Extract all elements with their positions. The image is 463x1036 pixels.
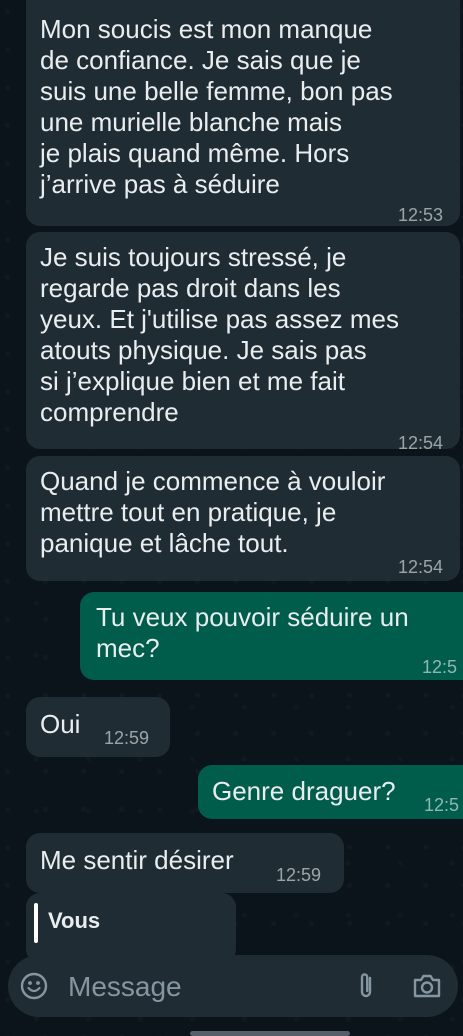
message-time: 12:53 [398,205,444,225]
message-bubble-incoming[interactable]: Mon soucis est mon manque de confiance. … [26,0,460,226]
message-text: Me sentir désirer [40,845,234,875]
home-indicator [190,1031,350,1036]
quote-bar [34,903,38,943]
message-text: Genre draguer? [212,776,396,806]
attach-icon[interactable] [354,971,378,1001]
camera-icon[interactable] [412,973,442,999]
message-text: Tu veux pouvoir séduire un mec? [96,602,409,663]
message-input[interactable] [66,967,330,1007]
message-bubble-outgoing[interactable]: Genre draguer? 12:5 [198,765,463,819]
message-bubble-incoming[interactable]: Je suis toujours stressé, je regarde pas… [26,232,460,453]
message-time: 12:5 [424,795,460,815]
message-bubble-incoming[interactable]: Me sentir désirer 12:59 [26,833,344,893]
message-bubble-reply-quote[interactable]: Vous [26,893,236,963]
quote-sender: Vous [48,908,101,933]
message-text: Oui [40,709,81,739]
message-time: 12:54 [398,557,444,577]
message-composer [8,955,458,1017]
message-time: 12:54 [398,433,444,453]
message-time: 12:59 [104,728,150,748]
message-text: Je suis toujours stressé, je regarde pas… [40,242,399,427]
message-time: 12:59 [276,865,322,885]
message-bubble-incoming[interactable]: Oui 12:59 [26,697,170,757]
message-text: Mon soucis est mon manque de confiance. … [40,14,393,199]
emoji-icon[interactable] [20,972,48,1000]
message-bubble-incoming[interactable]: Quand je commence à vouloir mettre tout … [26,456,460,581]
message-text: Quand je commence à vouloir mettre tout … [40,466,386,558]
message-time: 12:5 [422,657,458,677]
message-bubble-outgoing[interactable]: Tu veux pouvoir séduire un mec? 12:5 [80,592,463,680]
